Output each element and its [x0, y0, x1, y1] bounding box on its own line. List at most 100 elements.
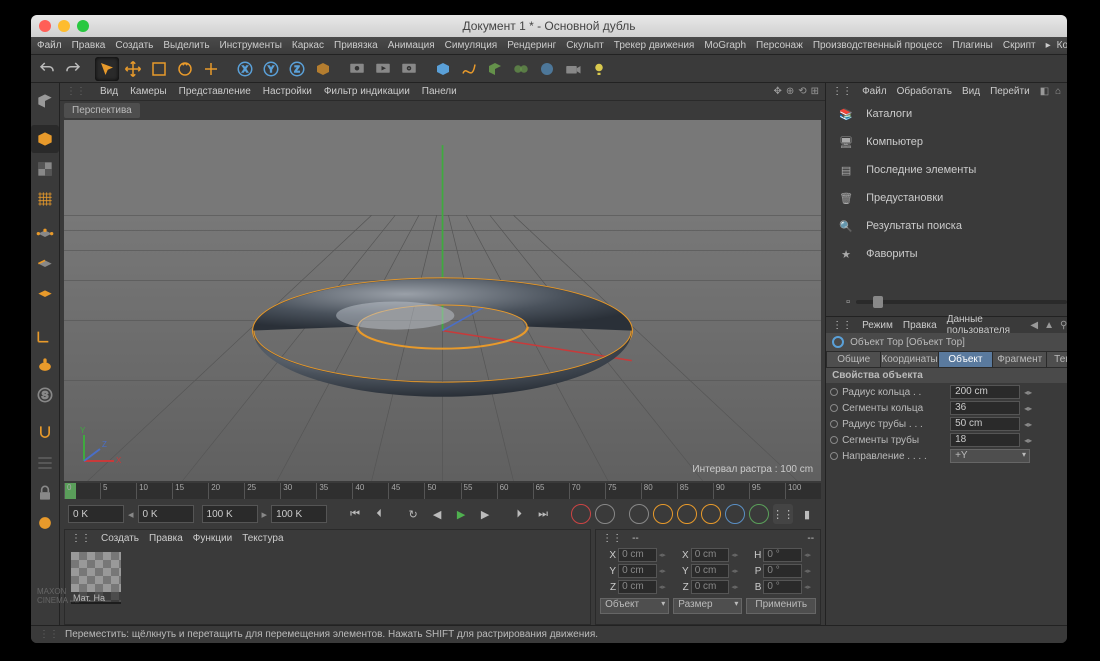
attr-menu-edit[interactable]: Правка: [903, 320, 937, 331]
loop-button[interactable]: ↻: [403, 504, 423, 524]
br-menu-file[interactable]: Файл: [862, 86, 887, 97]
last-tool[interactable]: [199, 57, 223, 81]
workplane-snap[interactable]: [31, 449, 59, 477]
3d-viewport[interactable]: Интервал растра : 100 cm Y X Z: [64, 120, 821, 481]
vp-menu-options[interactable]: Настройки: [263, 86, 312, 97]
autokey-button[interactable]: [595, 504, 615, 524]
coord-z[interactable]: 0 cm: [691, 580, 730, 594]
workplane-mode[interactable]: [31, 185, 59, 213]
pos-key[interactable]: [653, 504, 673, 524]
menu-sculpt[interactable]: Скульпт: [566, 40, 604, 51]
prop-3-field[interactable]: 18: [950, 433, 1020, 447]
tweak-mode[interactable]: [31, 351, 59, 379]
coord-z[interactable]: 0 cm: [618, 580, 657, 594]
coord-mode-dd[interactable]: Объект: [600, 598, 669, 614]
pla-key[interactable]: [749, 504, 769, 524]
perspective-tab[interactable]: Перспектива: [64, 103, 140, 118]
attr-tab-2[interactable]: Объект: [939, 352, 992, 367]
attr-back-icon[interactable]: ◀: [1030, 320, 1038, 331]
menu-file[interactable]: Файл: [37, 40, 62, 51]
menu-snap[interactable]: Привязка: [334, 40, 378, 51]
menu-character[interactable]: Персонаж: [756, 40, 803, 51]
coord-system[interactable]: [311, 57, 335, 81]
menu-motiontracker[interactable]: Трекер движения: [614, 40, 695, 51]
lock-mode[interactable]: [31, 479, 59, 507]
thumbnail-size-slider[interactable]: ▫ ◼: [826, 292, 1067, 312]
br-menu-goto[interactable]: Перейти: [990, 86, 1030, 97]
snap-toggle[interactable]: S: [31, 381, 59, 409]
snap-magnet[interactable]: [31, 419, 59, 447]
next-frame[interactable]: ▶: [475, 504, 495, 524]
br-menu-view[interactable]: Вид: [962, 86, 980, 97]
mat-menu-edit[interactable]: Правка: [149, 533, 183, 544]
scale-tool[interactable]: [147, 57, 171, 81]
attr-search-icon[interactable]: ⚲: [1060, 320, 1067, 331]
move-tool[interactable]: [121, 57, 145, 81]
vp-menu-panel[interactable]: Панели: [422, 86, 457, 97]
mat-menu-func[interactable]: Функции: [193, 533, 232, 544]
coord-y[interactable]: 0 cm: [691, 564, 730, 578]
timeline-ruler[interactable]: 0510152025303540455055606570758085909510…: [64, 483, 821, 499]
current-frame[interactable]: 0 K: [138, 505, 194, 523]
texture-mode[interactable]: [31, 155, 59, 183]
goto-end[interactable]: ⏭: [533, 504, 553, 524]
prop-0-field[interactable]: 200 cm: [950, 385, 1020, 399]
vp-rotate-icon[interactable]: ⟲: [798, 86, 806, 97]
render-settings[interactable]: [397, 57, 421, 81]
next-key[interactable]: ⏵: [509, 504, 529, 524]
menu-pipeline[interactable]: Производственный процесс: [813, 40, 943, 51]
keyframe-selection[interactable]: [629, 504, 649, 524]
layout-label[interactable]: Компоновка: [1057, 40, 1067, 51]
menu-mesh[interactable]: Каркас: [292, 40, 324, 51]
menu-tools[interactable]: Инструменты: [220, 40, 282, 51]
z-axis-lock[interactable]: Z: [285, 57, 309, 81]
vp-maximize-icon[interactable]: ⊞: [811, 86, 819, 97]
timeline-marker[interactable]: ▮: [797, 504, 817, 524]
attr-menu-mode[interactable]: Режим: [862, 320, 893, 331]
coord-b[interactable]: 0 °: [763, 580, 802, 594]
coord-size-dd[interactable]: Размер: [673, 598, 742, 614]
render-view[interactable]: [345, 57, 369, 81]
redo-button[interactable]: [61, 57, 85, 81]
attr-tab-3[interactable]: Фрагмент: [993, 352, 1046, 367]
project-length[interactable]: 100 K: [271, 505, 327, 523]
browser-item-computer[interactable]: 🖥Компьютер: [836, 133, 1067, 151]
br-back-icon[interactable]: ◧: [1040, 86, 1049, 97]
br-home-icon[interactable]: ⌂: [1055, 86, 1061, 97]
select-tool[interactable]: [95, 57, 119, 81]
add-camera[interactable]: [561, 57, 585, 81]
coord-h[interactable]: 0 °: [763, 548, 802, 562]
range-start[interactable]: 0 K: [68, 505, 124, 523]
undo-button[interactable]: [35, 57, 59, 81]
play-back[interactable]: ◀: [427, 504, 447, 524]
param-key[interactable]: [725, 504, 745, 524]
prev-key[interactable]: ⏴: [369, 504, 389, 524]
prop-4-dd[interactable]: +Y: [950, 449, 1030, 463]
vp-menu-view[interactable]: Вид: [100, 86, 118, 97]
vp-menu-display[interactable]: Представление: [179, 86, 251, 97]
br-menu-edit[interactable]: Обработать: [897, 86, 952, 97]
add-environment[interactable]: [535, 57, 559, 81]
vp-zoom-icon[interactable]: ⊕: [786, 86, 794, 97]
mat-menu-texture[interactable]: Текстура: [242, 533, 283, 544]
menu-animate[interactable]: Анимация: [388, 40, 435, 51]
model-mode[interactable]: [31, 125, 59, 153]
material-slot[interactable]: Мат. На: [71, 552, 121, 602]
attr-tab-1[interactable]: Координаты: [881, 352, 937, 367]
make-editable[interactable]: [31, 87, 59, 115]
menu-simulate[interactable]: Симуляция: [445, 40, 498, 51]
browser-item-recent[interactable]: ▤Последние элементы: [836, 161, 1067, 179]
menu-mograph[interactable]: MoGraph: [704, 40, 746, 51]
add-primitive[interactable]: [431, 57, 455, 81]
x-axis-lock[interactable]: X: [233, 57, 257, 81]
play-forward[interactable]: ▶: [451, 504, 471, 524]
vp-menu-filter[interactable]: Фильтр индикации: [324, 86, 410, 97]
rot-key[interactable]: [701, 504, 721, 524]
point-mode[interactable]: [31, 223, 59, 251]
timeline-dots[interactable]: ⋮⋮: [773, 504, 793, 524]
menu-script[interactable]: Скрипт: [1003, 40, 1036, 51]
add-deformer[interactable]: [509, 57, 533, 81]
menu-render[interactable]: Рендеринг: [507, 40, 556, 51]
add-generator[interactable]: [483, 57, 507, 81]
menu-edit[interactable]: Правка: [72, 40, 106, 51]
